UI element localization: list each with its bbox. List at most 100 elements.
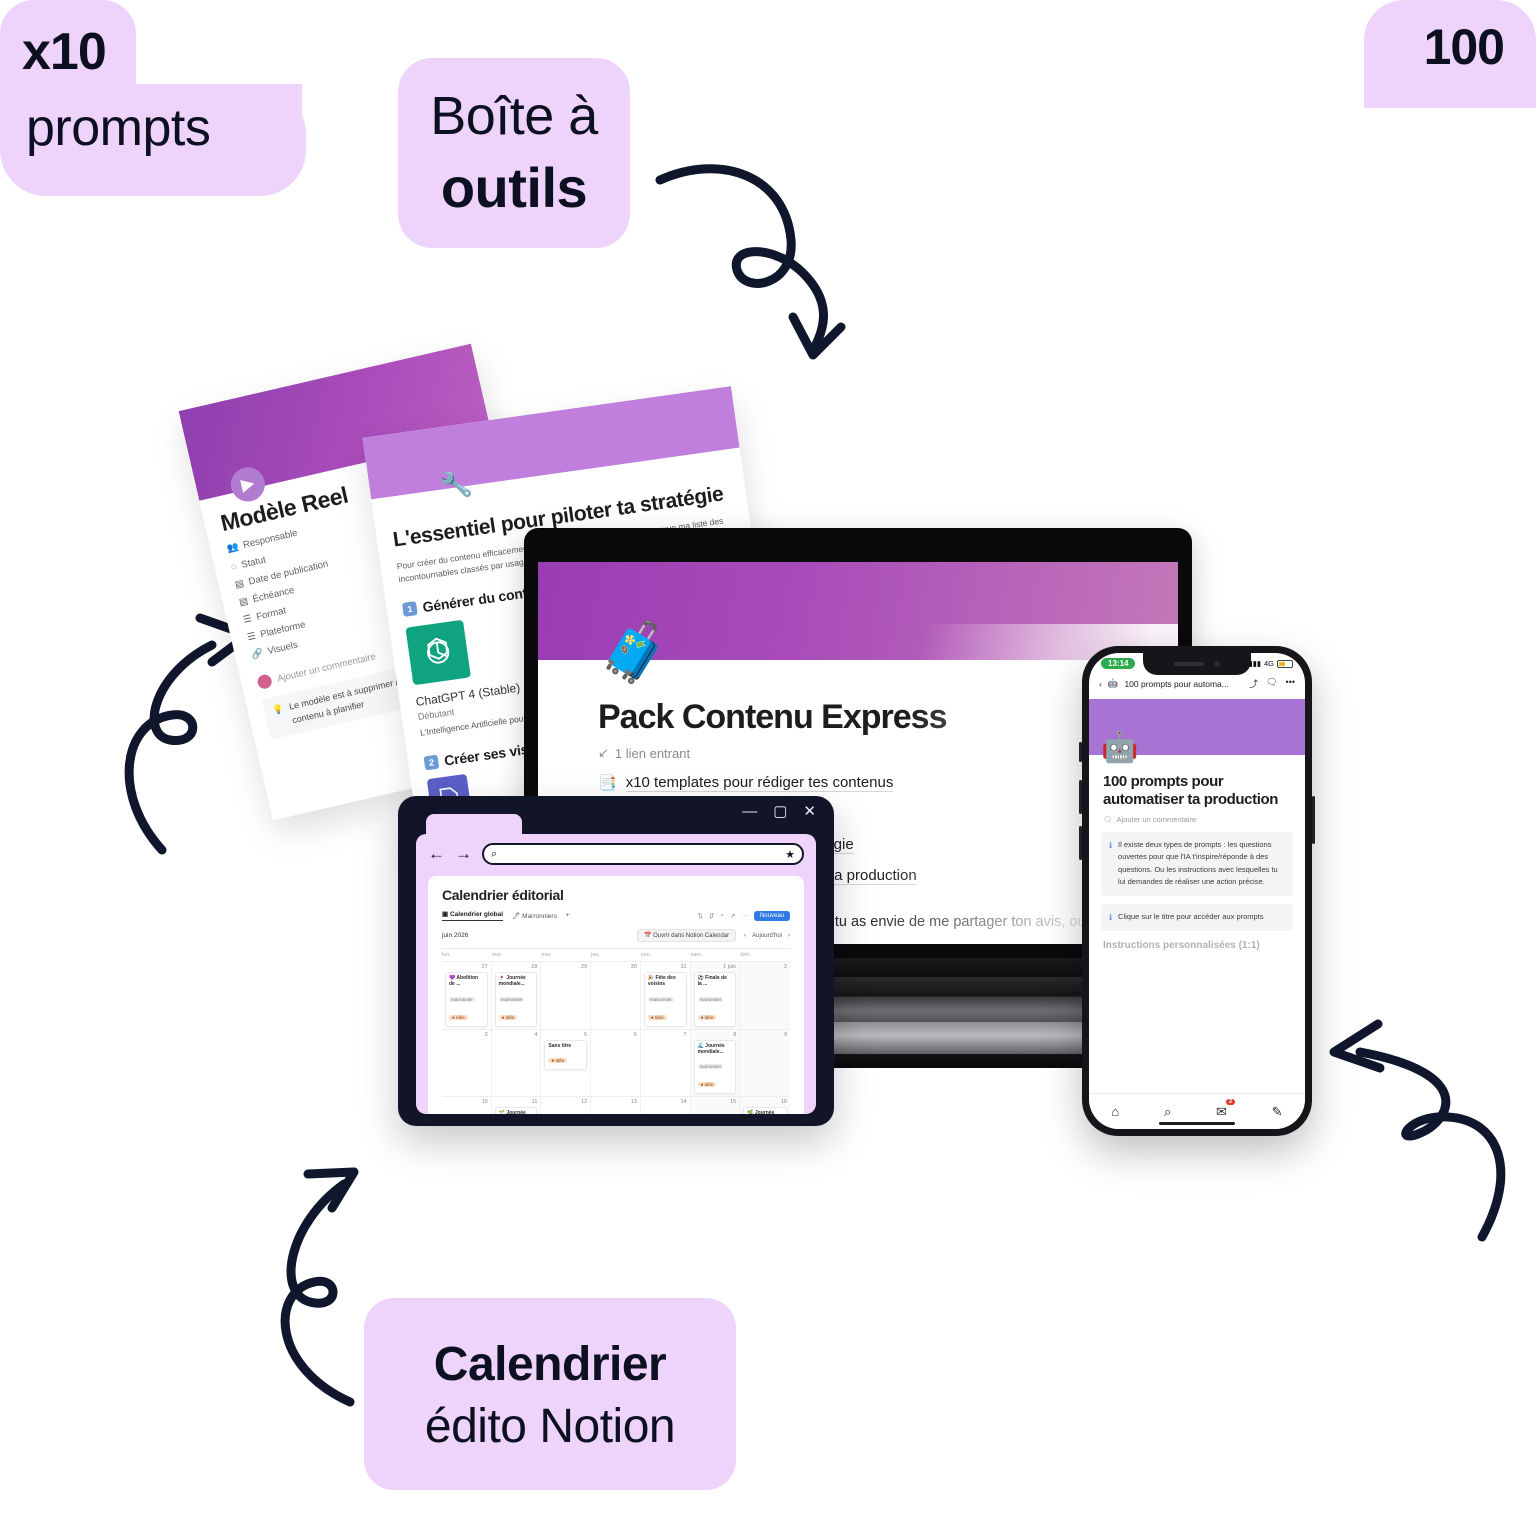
- address-bar[interactable]: ⌕ ★: [482, 843, 804, 865]
- phone-mute-switch[interactable]: [1079, 742, 1082, 762]
- notion-calendar-icon: 📅: [643, 933, 652, 939]
- prev-icon[interactable]: ‹: [744, 933, 746, 939]
- calendar-day-cell[interactable]: 8 🌊 Journée mondiale... marronnier ● Idée: [690, 1029, 741, 1096]
- calendar-day-number: 9: [783, 1031, 787, 1038]
- calendar-day-number: 30: [630, 964, 637, 970]
- calendar-day-number: 11: [531, 1099, 538, 1105]
- next-icon[interactable]: ›: [788, 933, 790, 939]
- close-icon[interactable]: ✕: [803, 802, 816, 820]
- forward-icon[interactable]: →: [455, 844, 472, 864]
- day-header: lun.: [442, 952, 451, 958]
- wrench-icon: 🔧: [438, 467, 475, 502]
- calendar-day-cell[interactable]: 14: [641, 1097, 691, 1114]
- day-header: dim.: [740, 952, 751, 958]
- maximize-icon[interactable]: ▢: [773, 802, 787, 820]
- calendar-event[interactable]: 🍷 Journée mondiale... marronnier ● Idée: [494, 972, 538, 1027]
- calendar-event-title: 🍷 Journée mondiale...: [498, 975, 526, 988]
- phone-cut-heading: Instructions personnalisées (1:1): [1103, 939, 1260, 951]
- calendar-day-headers: lun. mar. mer. jeu. ven. sam. dim.: [442, 949, 790, 961]
- calendar-event-title: Sans titre: [548, 1042, 572, 1049]
- expand-icon[interactable]: ↗: [730, 912, 735, 920]
- calendar-day-cell[interactable]: 3: [442, 1029, 492, 1096]
- calendar-day-cell[interactable]: 27 💜 Abolition de ... marronnier ● Idée: [442, 962, 492, 1029]
- openai-logo-icon: [405, 620, 471, 686]
- calendar-event[interactable]: ⚽ Finale de la ... marronnier ● Idée: [693, 972, 737, 1027]
- bookmark-star-icon[interactable]: ★: [785, 848, 795, 861]
- calendar-day-number: 8: [733, 1031, 737, 1038]
- calendar-month-label: juin 2026: [442, 932, 469, 939]
- calendar-today-controls: ‹ Aujourd'hui ›: [744, 933, 790, 939]
- badge-calendrier-line1: Calendrier: [433, 1337, 667, 1391]
- calendar-day-number: 28: [531, 964, 538, 970]
- more-icon[interactable]: •••: [1286, 677, 1295, 690]
- phone-add-comment-row[interactable]: 🗨 Ajouter un commentaire: [1089, 809, 1305, 824]
- calendar-day-cell[interactable]: 16 🌿 Journée mondiale...: [740, 1097, 790, 1114]
- calendar-day-cell[interactable]: 15: [690, 1097, 741, 1114]
- tab-calendrier-global[interactable]: ▣ Calendrier global: [442, 910, 504, 921]
- add-view-button[interactable]: +: [566, 912, 570, 919]
- calendar-day-cell[interactable]: 13: [591, 1097, 641, 1114]
- lightbulb-icon: 💡: [271, 703, 285, 716]
- back-icon[interactable]: ‹: [1099, 679, 1102, 689]
- tab-search[interactable]: ⌕: [1164, 1104, 1171, 1120]
- today-button[interactable]: Aujourd'hui: [752, 933, 782, 939]
- phone-mockup: 13:14 ▮▮▮ 4G ‹ 🤖 100 prompts pour automa…: [1079, 646, 1315, 1136]
- calendar-day-cell[interactable]: 30: [591, 962, 641, 1029]
- minimize-icon[interactable]: —: [742, 803, 757, 820]
- new-button[interactable]: Nouveau: [753, 910, 790, 921]
- share-icon[interactable]: ⤴: [1249, 677, 1258, 690]
- phone-volume-up-button[interactable]: [1079, 780, 1082, 814]
- calendar-day-number: 31: [680, 964, 687, 970]
- calendar-day-cell[interactable]: 2: [740, 962, 790, 1029]
- sort-icon[interactable]: ⇵: [709, 912, 714, 920]
- calendar-day-cell[interactable]: 11 🌱 Journée mondiale...: [492, 1097, 542, 1114]
- search-icon[interactable]: ⌕: [720, 912, 724, 920]
- calendar-event-status: ● Idée: [449, 1014, 468, 1020]
- calendar-day-number: 13: [630, 1099, 637, 1105]
- comment-icon[interactable]: 🗨: [1266, 677, 1277, 690]
- calendar-event[interactable]: 💜 Abolition de ... marronnier ● Idée: [445, 972, 488, 1027]
- calendar-event[interactable]: 🌊 Journée mondiale... marronnier ● Idée: [693, 1039, 737, 1094]
- phone-power-button[interactable]: [1312, 796, 1315, 844]
- home-icon: ⌂: [1111, 1104, 1120, 1119]
- calendar-day-cell[interactable]: 31 🎉 Fête des voisins marronnier ● Idée: [641, 962, 691, 1029]
- calendar-event[interactable]: 🎉 Fête des voisins marronnier ● Idée: [643, 972, 687, 1027]
- filter-icon[interactable]: ⇅: [697, 912, 702, 920]
- calendar-day-cell[interactable]: 28 🍷 Journée mondiale... marronnier ● Idée: [492, 962, 542, 1029]
- tab-marronniers[interactable]: 🖊 Marronniers: [512, 912, 557, 920]
- calendar-day-cell[interactable]: 4: [492, 1029, 542, 1096]
- calendar-day-cell[interactable]: 10: [442, 1097, 492, 1114]
- calendar-day-cell[interactable]: 9: [740, 1029, 790, 1096]
- suitcase-icon: 🧳: [598, 620, 671, 685]
- more-icon[interactable]: ···: [741, 912, 748, 919]
- calendar-day-cell[interactable]: 7: [641, 1029, 691, 1096]
- calendar-day-cell[interactable]: 6: [591, 1029, 641, 1096]
- tab-compose[interactable]: ✎: [1272, 1104, 1283, 1120]
- calendar-day-number: 2: [783, 964, 787, 970]
- calendar-event[interactable]: 🌿 Journée mondiale...: [743, 1107, 787, 1114]
- page-title: Pack Contenu Express: [598, 698, 947, 736]
- calendar-day-cell[interactable]: 12: [541, 1097, 592, 1114]
- tab-label: Marronniers: [522, 912, 557, 920]
- tab-home[interactable]: ⌂: [1111, 1104, 1119, 1119]
- calendar-day-number: 16: [780, 1099, 787, 1105]
- badge-calendrier-edito: Calendrier édito Notion: [364, 1298, 736, 1490]
- back-icon[interactable]: ←: [428, 844, 445, 864]
- tab-inbox[interactable]: ✉ 3: [1216, 1098, 1235, 1120]
- phone-volume-down-button[interactable]: [1079, 826, 1082, 860]
- calendar-event[interactable]: Sans titre ● Idée: [544, 1039, 588, 1070]
- calendar-day-cell[interactable]: 1 juin ⚽ Finale de la ... marronnier ● Idée: [690, 962, 741, 1029]
- navbar-page-title: 100 prompts pour automa...: [1124, 678, 1229, 689]
- people-icon: 👥: [225, 541, 240, 555]
- calendar-day-cell[interactable]: 5 Sans titre ● Idée: [541, 1029, 592, 1096]
- calendar-event-title: 🎉 Fête des voisins: [647, 975, 676, 988]
- page-link-item[interactable]: 📑 x10 templates pour rédiger tes contenu…: [598, 774, 1118, 792]
- calendar-event-status: ● Idée: [647, 1014, 667, 1020]
- backlink-row[interactable]: ↙ 1 lien entrant: [598, 745, 1118, 761]
- calendar-event-title: 🌊 Journée mondiale...: [697, 1042, 725, 1055]
- calendar-day-cell[interactable]: 29: [541, 962, 592, 1029]
- browser-window-mockup: — ▢ ✕ ← → ⌕ ★ Calendrier éditorial ▣ Cal…: [398, 796, 834, 1126]
- open-in-notion-calendar-button[interactable]: 📅 Ouvrir dans Notion Calendar: [636, 929, 737, 942]
- calendar-event[interactable]: 🌱 Journée mondiale...: [494, 1107, 538, 1114]
- calendar-event-status: ● Idée: [498, 1014, 518, 1020]
